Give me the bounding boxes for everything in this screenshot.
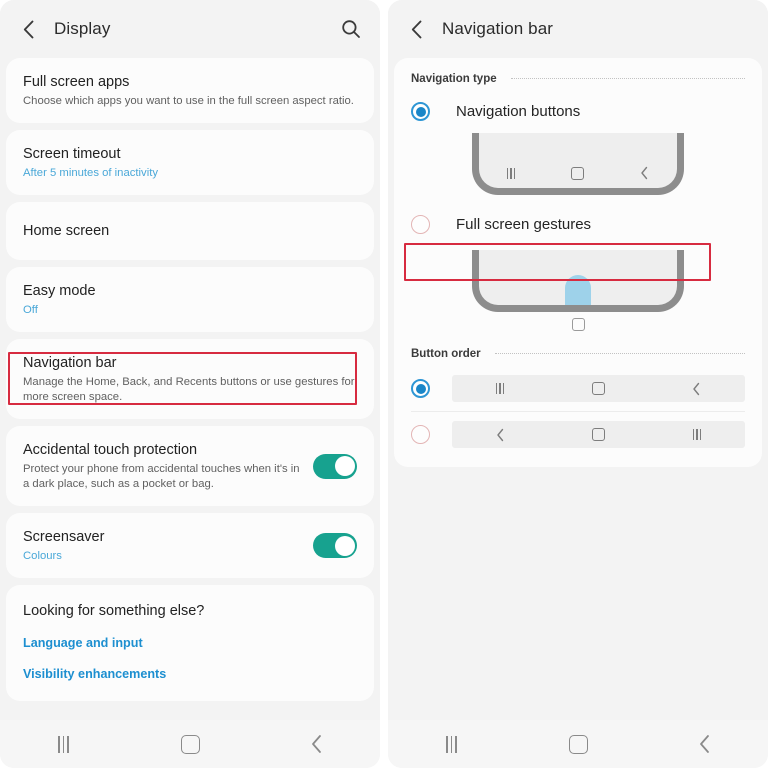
section-heading: Looking for something else? <box>23 603 205 619</box>
back-button[interactable] <box>253 720 380 768</box>
swipe-up-pill-icon <box>565 275 591 305</box>
home-icon <box>571 318 585 331</box>
link-language-and-input[interactable]: Language and input <box>23 634 357 652</box>
home-icon <box>571 166 585 180</box>
right-phone-screen: Navigation bar Navigation type Navigatio… <box>388 0 768 768</box>
right-system-navigation-bar <box>388 720 768 768</box>
home-icon <box>591 382 605 395</box>
recents-button[interactable] <box>0 720 127 768</box>
setting-easy-mode[interactable]: Easy mode Off <box>6 267 374 332</box>
recents-icon <box>57 735 69 753</box>
setting-subtitle: After 5 minutes of inactivity <box>23 167 158 179</box>
recents-icon <box>506 167 516 179</box>
back-icon <box>312 735 322 753</box>
section-label-text: Button order <box>411 348 481 360</box>
page-title: Navigation bar <box>442 19 554 38</box>
setting-accidental-touch-protection[interactable]: Accidental touch protection Protect your… <box>6 426 374 506</box>
setting-full-screen-apps[interactable]: Full screen apps Choose which apps you w… <box>6 58 374 123</box>
link-visibility-enhancements[interactable]: Visibility enhancements <box>23 665 357 683</box>
setting-navigation-bar[interactable]: Navigation bar Manage the Home, Back, an… <box>6 339 374 419</box>
radio-button-order-2[interactable] <box>411 425 430 444</box>
preview-full-screen-gestures <box>394 248 762 337</box>
setting-home-screen[interactable]: Home screen <box>6 202 374 260</box>
setting-subtitle: Off <box>23 304 38 316</box>
recents-button[interactable] <box>388 720 515 768</box>
setting-title: Screen timeout <box>23 146 121 162</box>
recents-icon <box>693 429 702 440</box>
option-button-order-2[interactable] <box>394 412 762 457</box>
option-navigation-buttons[interactable]: Navigation buttons <box>394 94 762 129</box>
search-icon[interactable] <box>338 16 364 42</box>
page-title: Display <box>54 19 111 38</box>
setting-title: Screensaver <box>23 529 105 545</box>
setting-screen-timeout[interactable]: Screen timeout After 5 minutes of inacti… <box>6 130 374 195</box>
dual-screenshot-comparison: Display Full screen apps Choose which ap… <box>0 0 768 768</box>
section-button-order: Button order <box>394 337 762 366</box>
radio-button-order-1[interactable] <box>411 379 430 398</box>
option-full-screen-gestures[interactable]: Full screen gestures <box>394 201 762 248</box>
setting-title: Home screen <box>23 223 110 239</box>
setting-subtitle: Choose which apps you want to use in the… <box>23 95 354 107</box>
dotted-rule <box>510 78 745 80</box>
toggle-knob <box>334 535 355 556</box>
button-order-preview-2 <box>452 421 745 448</box>
setting-title: Easy mode <box>23 283 96 299</box>
dotted-rule <box>494 353 745 355</box>
preview-navigation-buttons <box>394 129 762 201</box>
display-settings-list: Full screen apps Choose which apps you w… <box>0 58 380 701</box>
setting-subtitle: Protect your phone from accidental touch… <box>23 463 300 490</box>
phone-bezel-illustration <box>472 133 684 195</box>
accidental-touch-toggle[interactable] <box>313 453 357 479</box>
option-button-order-1[interactable] <box>394 366 762 411</box>
back-icon <box>693 382 700 395</box>
setting-subtitle: Colours <box>23 550 62 562</box>
recents-icon <box>495 383 504 394</box>
preview-nav-row <box>479 166 677 188</box>
section-label-text: Navigation type <box>411 73 497 85</box>
display-settings-header: Display <box>0 0 380 58</box>
radio-full-screen-gestures[interactable] <box>411 215 430 234</box>
setting-title: Accidental touch protection <box>23 442 198 458</box>
back-icon <box>497 428 503 441</box>
phone-bezel-illustration <box>472 250 684 312</box>
back-chevron-icon[interactable] <box>404 17 428 41</box>
toggle-knob <box>334 456 355 476</box>
left-system-navigation-bar <box>0 720 380 768</box>
home-button[interactable] <box>515 720 642 768</box>
option-label: Full screen gestures <box>456 216 592 233</box>
setting-screensaver[interactable]: Screensaver Colours <box>6 513 374 578</box>
recents-icon <box>445 735 457 753</box>
home-icon <box>568 734 588 754</box>
navigation-bar-header: Navigation bar <box>388 0 768 58</box>
back-button[interactable] <box>641 720 768 768</box>
setting-title: Full screen apps <box>23 74 130 90</box>
setting-title: Navigation bar <box>23 355 117 371</box>
section-navigation-type: Navigation type <box>394 58 762 94</box>
back-icon <box>700 735 710 753</box>
looking-for-something-else-section: Looking for something else? Language and… <box>6 585 374 701</box>
home-icon <box>180 734 200 754</box>
preview-home-indicator <box>571 318 585 331</box>
navigation-settings-card: Navigation type Navigation buttons Full … <box>394 58 762 467</box>
left-phone-screen: Display Full screen apps Choose which ap… <box>0 0 380 768</box>
home-button[interactable] <box>127 720 254 768</box>
button-order-preview-1 <box>452 375 745 402</box>
navigation-bar-settings: Navigation type Navigation buttons Full … <box>388 58 768 467</box>
setting-subtitle: Manage the Home, Back, and Recents butto… <box>23 376 355 403</box>
back-icon <box>641 166 648 180</box>
option-label: Navigation buttons <box>456 103 581 120</box>
back-chevron-icon[interactable] <box>16 17 40 41</box>
screensaver-toggle[interactable] <box>313 533 357 558</box>
home-icon <box>592 428 606 441</box>
radio-navigation-buttons[interactable] <box>411 102 430 121</box>
